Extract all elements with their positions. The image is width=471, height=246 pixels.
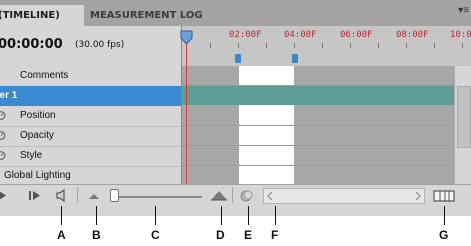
layer-row-comments[interactable]: Comments bbox=[0, 66, 181, 87]
layer-label: Global Lighting bbox=[4, 170, 71, 181]
callout-f: F bbox=[271, 228, 279, 242]
scroll-left-icon[interactable] bbox=[266, 191, 274, 201]
playhead-line bbox=[186, 40, 187, 184]
layer-label: Style bbox=[20, 150, 43, 161]
callout-a: A bbox=[57, 228, 66, 242]
timeline-toolbar bbox=[0, 184, 471, 207]
vertical-scrollbar[interactable] bbox=[454, 66, 471, 184]
layer-row-style[interactable]: Style bbox=[0, 146, 181, 167]
zoom-in-icon[interactable] bbox=[210, 188, 228, 203]
playhead-icon[interactable] bbox=[180, 30, 193, 46]
ruler-label: 02:00F bbox=[229, 30, 262, 40]
stopwatch-icon[interactable] bbox=[0, 150, 6, 160]
panel-menu-icon[interactable]: ▾≡ bbox=[458, 5, 469, 16]
layer-label: Opacity bbox=[20, 130, 54, 141]
current-time[interactable]: 00:00:00 bbox=[0, 37, 63, 52]
work-area-end-handle[interactable] bbox=[292, 54, 298, 63]
callout-line bbox=[61, 206, 62, 225]
layer-label: Position bbox=[20, 110, 56, 121]
callout-d: D bbox=[216, 228, 225, 242]
callout-line bbox=[155, 206, 156, 225]
ruler-label: 08:00F bbox=[396, 30, 429, 40]
callout-line bbox=[221, 206, 222, 225]
audio-icon[interactable] bbox=[55, 188, 69, 203]
vertical-scrollbar-thumb[interactable] bbox=[457, 86, 471, 148]
horizontal-scrollbar[interactable] bbox=[263, 188, 425, 204]
callout-e: E bbox=[244, 228, 253, 242]
ruler-label: 06:00F bbox=[340, 30, 373, 40]
ruler-label: 10:0 bbox=[450, 30, 471, 40]
layer-duration-bar[interactable] bbox=[182, 86, 462, 105]
layer-row-position[interactable]: Position bbox=[0, 106, 181, 127]
panel-tab-bar: (TIMELINE) MEASUREMENT LOG ▾≡ bbox=[0, 0, 471, 26]
callout-line bbox=[96, 206, 97, 225]
callout-line bbox=[444, 206, 445, 225]
work-area-start-handle[interactable] bbox=[235, 54, 241, 63]
ruler-label: 04:00F bbox=[284, 30, 317, 40]
layer-label: Comments bbox=[20, 70, 69, 81]
zoom-slider[interactable] bbox=[110, 189, 119, 202]
timeline-tracks[interactable] bbox=[181, 66, 471, 184]
callout-b: B bbox=[92, 228, 101, 242]
time-ruler[interactable]: 02:00F 04:00F 06:00F 08:00F 10:0 bbox=[181, 26, 471, 66]
callout-line bbox=[248, 206, 249, 225]
favorites-icon[interactable] bbox=[433, 188, 455, 203]
zoom-out-icon[interactable] bbox=[87, 188, 101, 203]
zoom-slider-track bbox=[118, 196, 202, 198]
tab-measurement-log[interactable]: MEASUREMENT LOG bbox=[84, 5, 208, 26]
layer-label: yer 1 bbox=[0, 90, 18, 101]
onion-skin-icon[interactable] bbox=[240, 188, 254, 203]
layer-row-layer-1[interactable]: yer 1 bbox=[0, 86, 181, 106]
scroll-right-icon[interactable] bbox=[414, 191, 422, 201]
layer-row-opacity[interactable]: Opacity bbox=[0, 126, 181, 147]
callout-g: G bbox=[439, 228, 449, 242]
stopwatch-icon[interactable] bbox=[0, 130, 6, 140]
toolbar-bottom-strip bbox=[0, 206, 471, 216]
frame-rate: (30.00 fps) bbox=[75, 40, 125, 50]
callout-line bbox=[275, 206, 276, 225]
next-frame-icon[interactable] bbox=[28, 188, 42, 203]
tab-timeline[interactable]: (TIMELINE) bbox=[0, 5, 84, 26]
stopwatch-icon[interactable] bbox=[0, 110, 6, 120]
play-icon[interactable] bbox=[0, 188, 8, 203]
layer-row-global-lighting[interactable]: Global Lighting bbox=[0, 166, 181, 186]
callout-c: C bbox=[151, 228, 160, 242]
timeline-panel: (TIMELINE) MEASUREMENT LOG ▾≡ 00:00:00 (… bbox=[0, 0, 471, 216]
